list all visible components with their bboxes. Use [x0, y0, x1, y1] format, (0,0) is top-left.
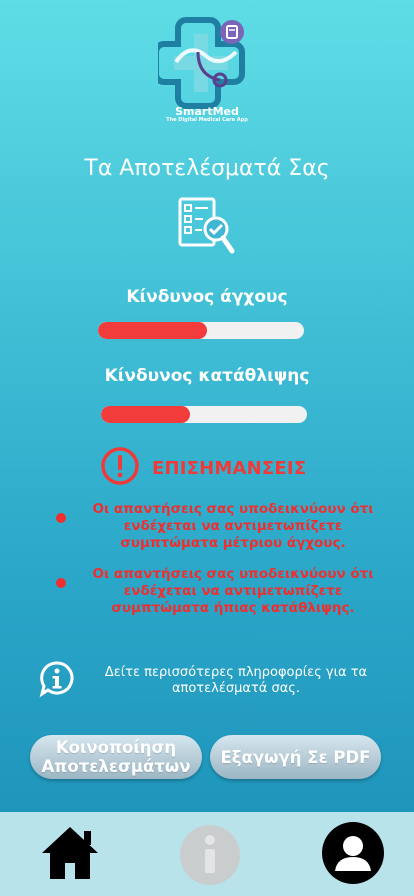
warning-item: Οι απαντήσεις σας υποδεικνύουν ότι ενδέχ…: [56, 566, 386, 617]
warnings-header: ΕΠΙΣΗΜΑΝΣΕΙΣ: [100, 447, 360, 486]
anxiety-risk-fill: [98, 322, 208, 339]
info-icon[interactable]: [179, 824, 241, 890]
depression-risk-bar: [101, 406, 307, 423]
share-results-button[interactable]: Κοινοποίηση Αποτελεσμάτων: [30, 735, 202, 779]
anxiety-risk-label: Κίνδυνος άγχους: [126, 287, 288, 307]
profile-icon[interactable]: [321, 821, 385, 889]
more-info-text: Δείτε περισσότερες πληροφορίες για τα απ…: [104, 665, 368, 696]
warning-item: Οι απαντήσεις σας υποδεικνύουν ότι ενδέχ…: [56, 501, 386, 552]
results-checklist-icon: [176, 196, 236, 256]
warning-item-text: Οι απαντήσεις σας υποδεικνύουν ότι ενδέχ…: [92, 501, 374, 551]
home-icon[interactable]: [40, 824, 100, 886]
bullet-dot: [56, 578, 66, 588]
more-info-row[interactable]: Δείτε περισσότερες πληροφορίες για τα απ…: [38, 660, 388, 702]
bottom-navigation: [0, 812, 414, 896]
export-pdf-button[interactable]: Εξαγωγή Σε PDF: [210, 735, 381, 779]
page-title: Τα Αποτελέσματά Σας: [84, 156, 330, 181]
warnings-title: ΕΠΙΣΗΜΑΝΣΕΙΣ: [152, 457, 307, 479]
info-speech-icon[interactable]: [38, 660, 76, 702]
anxiety-risk-bar: [98, 322, 304, 339]
warning-item-text: Οι απαντήσεις σας υποδεικνύουν ότι ενδέχ…: [92, 566, 374, 616]
app-tagline: The Digital Medical Care App: [166, 117, 248, 123]
bullet-dot: [56, 513, 66, 523]
depression-risk-label: Κίνδυνος κατάθλιψης: [104, 366, 310, 386]
depression-risk-fill: [101, 406, 190, 423]
alert-circle-icon: [100, 446, 140, 490]
